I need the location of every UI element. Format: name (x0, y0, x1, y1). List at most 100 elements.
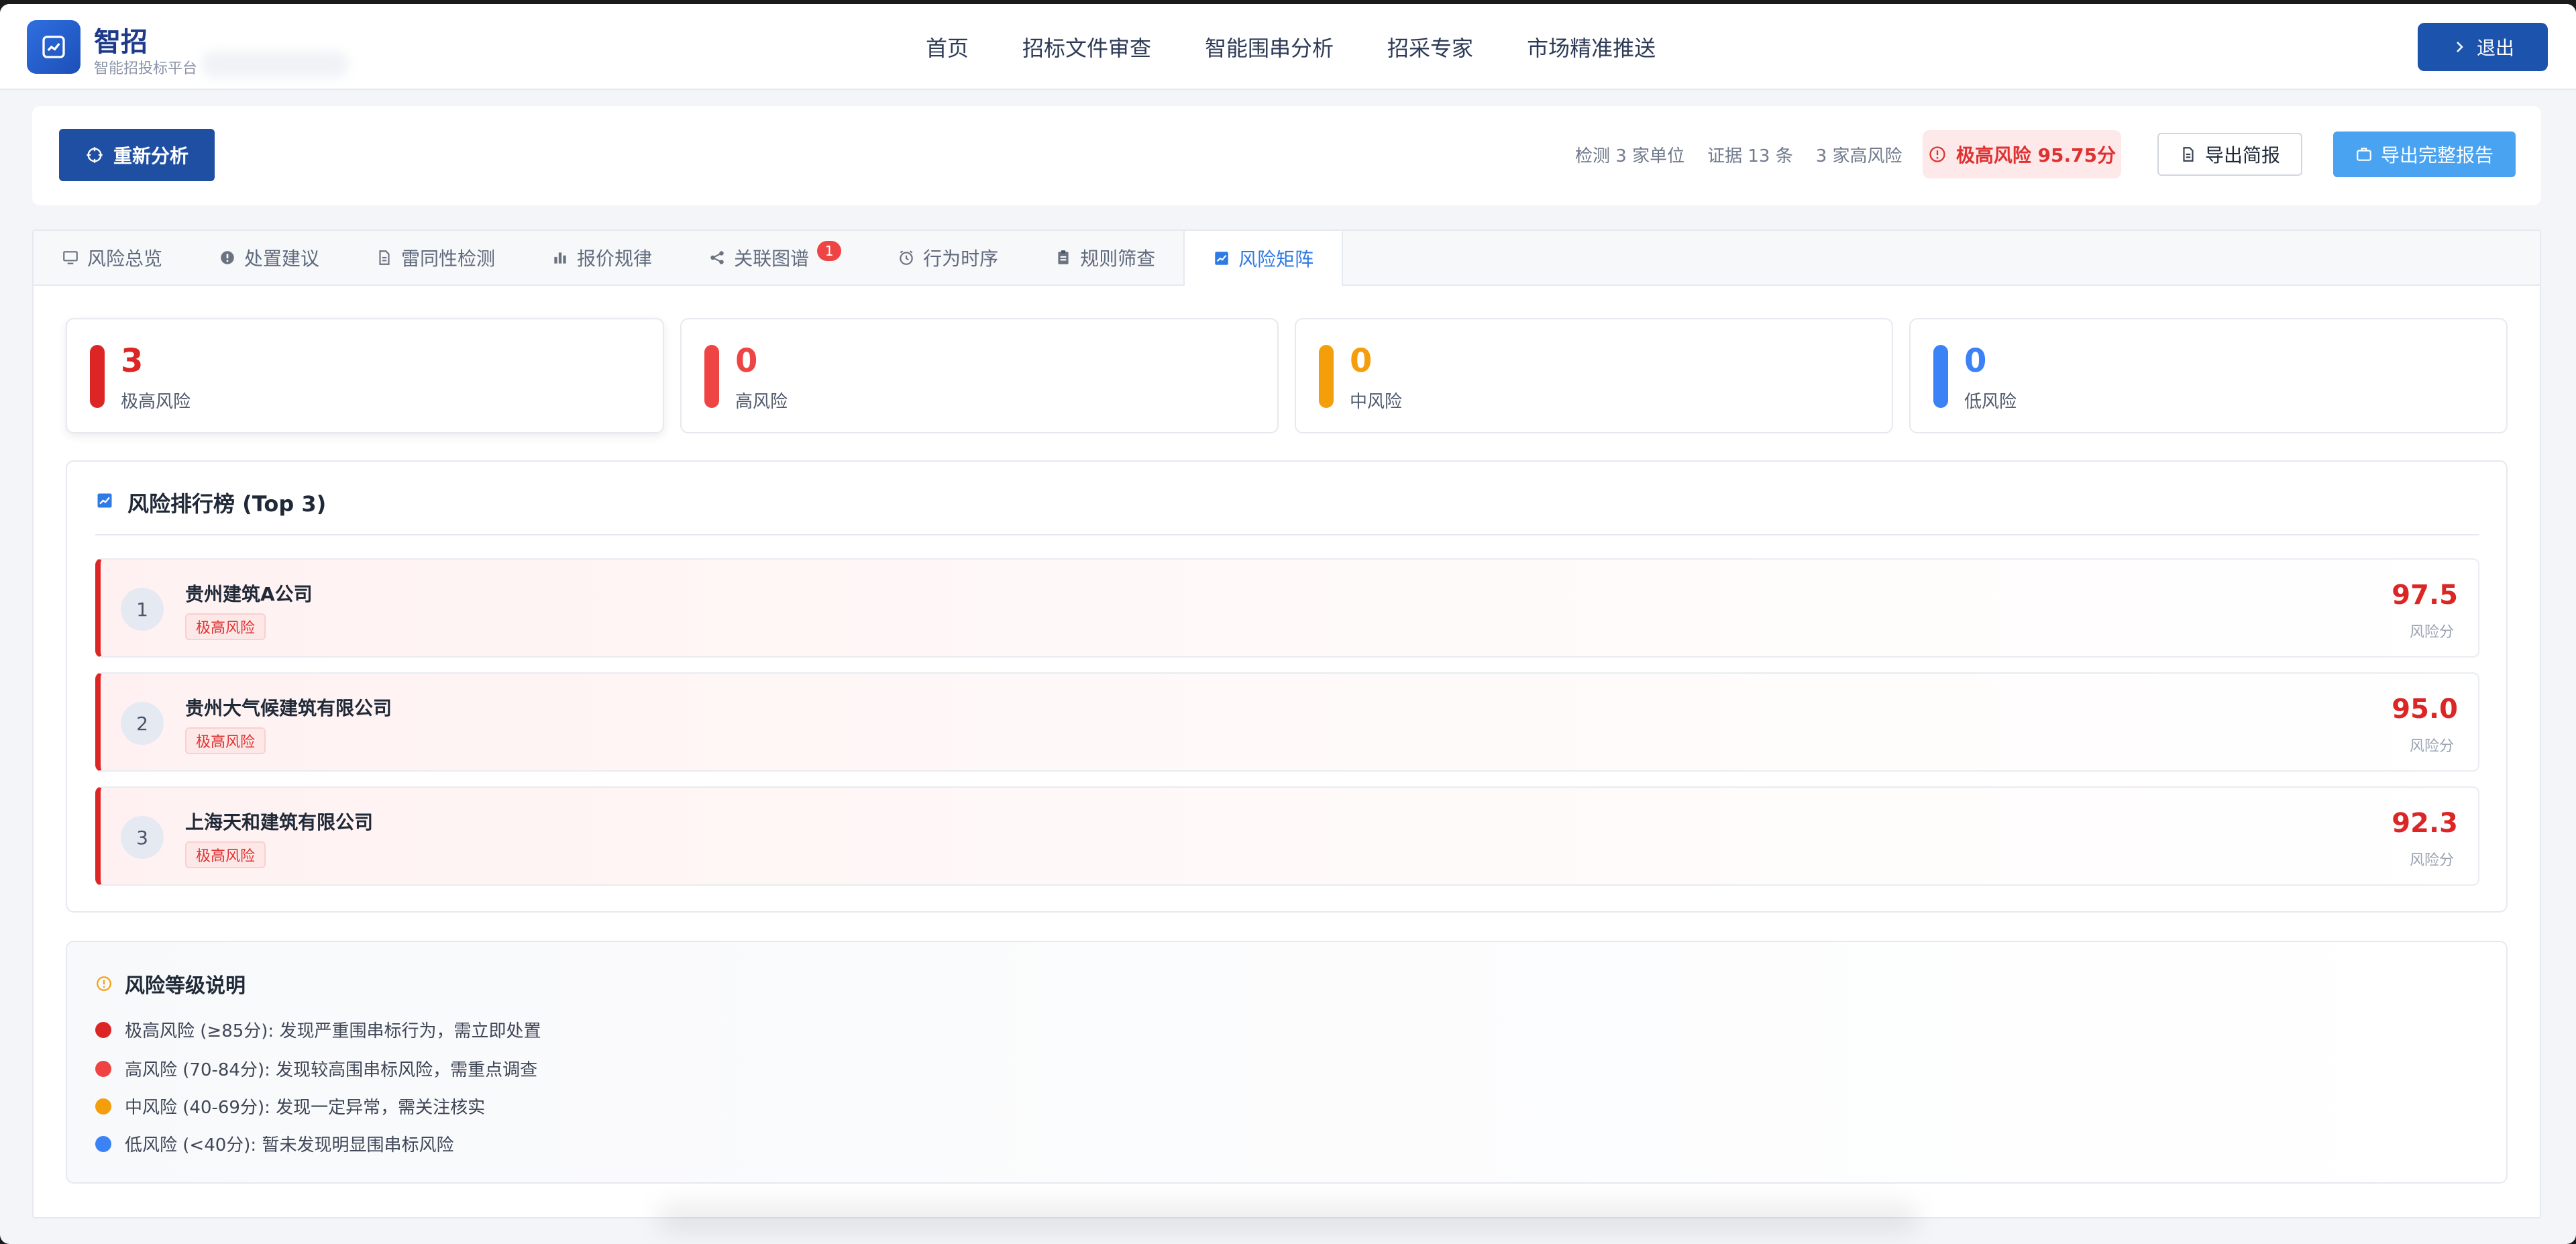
alert-circle-icon (1929, 146, 1945, 162)
card-color-bar (1933, 345, 1948, 408)
legend-text: 高风险 (70-84分): 发现较高围串标风险，需重点调查 (125, 1060, 538, 1080)
stat-units: 检测 3 家单位 (1575, 146, 1685, 166)
legend-header: 风险等级说明 (95, 969, 246, 998)
card-label: 低风险 (1964, 392, 2017, 412)
legend-item: 低风险 (<40分): 暂未发现明显围串标风险 (95, 1131, 453, 1156)
ranking-row[interactable]: 1 贵州建筑A公司 极高风险 97.5 风险分 (95, 558, 2479, 658)
export-full-label: 导出完整报告 (2380, 144, 2493, 166)
legend-dot (95, 1135, 111, 1152)
top-navbar: 智招 智能招投标平台 首页 招标文件审查 智能围串分析 招采专家 市场精准推送 … (0, 4, 2576, 90)
risk-score: 97.5 (2392, 580, 2458, 611)
company-name: 贵州建筑A公司 (185, 583, 313, 605)
monitor-icon (63, 251, 78, 264)
share-icon (710, 251, 724, 264)
tab-rule-screening[interactable]: 规则筛查 (1026, 231, 1183, 284)
card-label: 极高风险 (121, 392, 191, 412)
risk-score: 92.3 (2392, 808, 2458, 839)
card-label: 中风险 (1350, 392, 1403, 412)
line-chart-icon (97, 493, 112, 508)
ranking-title: 风险排行榜 (Top 3) (127, 491, 327, 517)
risk-score-label: 风险分 (2409, 852, 2454, 869)
ranking-row[interactable]: 3 上海天和建筑有限公司 极高风险 92.3 风险分 (95, 786, 2479, 886)
summary-card-medium: 0 中风险 (1295, 318, 1893, 433)
risk-level-tag: 极高风险 (185, 727, 266, 754)
card-value: 0 (735, 342, 758, 380)
card-color-bar (90, 345, 105, 408)
card-color-bar (1319, 345, 1334, 408)
logout-label: 退出 (2476, 37, 2514, 59)
rank-number: 3 (121, 816, 164, 859)
company-name: 贵州大气候建筑有限公司 (185, 697, 392, 719)
legend-dot (95, 1098, 111, 1115)
tab-label: 风险矩阵 (1238, 248, 1314, 270)
summary-card-low: 0 低风险 (1909, 318, 2508, 433)
risk-level-tag: 极高风险 (185, 613, 266, 640)
nav-market-push[interactable]: 市场精准推送 (1527, 32, 1656, 62)
ranking-row[interactable]: 2 贵州大气候建筑有限公司 极高风险 95.0 风险分 (95, 672, 2479, 772)
tab-behavior-timeline[interactable]: 行为时序 (869, 231, 1026, 284)
analysis-toolbar: 重新分析 检测 3 家单位 证据 13 条 3 家高风险 极高风险 95.75分… (32, 106, 2541, 205)
card-value: 0 (1350, 342, 1373, 380)
risk-score-label: 风险分 (2409, 624, 2454, 641)
clipboard-icon (1058, 250, 1069, 264)
nav-procurement-expert[interactable]: 招采专家 (1387, 32, 1473, 62)
tab-label: 风险总览 (87, 248, 163, 270)
card-value: 3 (121, 342, 144, 380)
nav-home[interactable]: 首页 (926, 32, 969, 62)
analysis-tabs: 风险总览 处置建议 雷同性检测 报价规律 关联图谱 1 行为时序 规则筛查 风险… (34, 231, 2540, 286)
tab-label: 规则筛查 (1080, 248, 1156, 270)
tab-label: 雷同性检测 (401, 248, 496, 270)
tab-label: 报价规律 (577, 248, 653, 270)
tab-relation-graph[interactable]: 关联图谱 1 (680, 231, 869, 284)
export-full-report-button[interactable]: 导出完整报告 (2333, 132, 2516, 177)
app-window: 智招 智能招投标平台 首页 招标文件审查 智能围串分析 招采专家 市场精准推送 … (0, 4, 2576, 1244)
document-icon (2183, 147, 2194, 162)
risk-score: 95.0 (2392, 694, 2458, 725)
stat-high-risk: 3 家高风险 (1815, 146, 1902, 166)
app-subtitle: 智能招投标平台 (94, 60, 198, 77)
card-value: 0 (1964, 342, 1987, 380)
legend-item: 极高风险 (≥85分): 发现严重围串标行为，需立即处置 (95, 1017, 541, 1042)
rank-number: 2 (121, 702, 164, 745)
ranking-header: 风险排行榜 (Top 3) (95, 487, 2479, 535)
legend-dot (95, 1060, 111, 1077)
company-name: 上海天和建筑有限公司 (185, 811, 374, 833)
line-chart-icon (1215, 252, 1228, 265)
nav-collusion-analysis[interactable]: 智能围串分析 (1205, 32, 1334, 62)
risk-level-legend: 风险等级说明 极高风险 (≥85分): 发现严重围串标行为，需立即处置 高风险 … (66, 941, 2508, 1184)
legend-text: 低风险 (<40分): 暂未发现明显围串标风险 (125, 1135, 454, 1155)
legend-item: 中风险 (40-69分): 发现一定异常，需关注核实 (95, 1094, 485, 1119)
summary-card-high: 0 高风险 (680, 318, 1279, 433)
tab-disposal-advice[interactable]: 处置建议 (191, 231, 347, 284)
risk-score-label: 风险分 (2409, 738, 2454, 755)
card-color-bar (704, 345, 719, 408)
tab-risk-overview[interactable]: 风险总览 (34, 231, 191, 284)
tab-similarity-check[interactable]: 雷同性检测 (347, 231, 523, 284)
info-circle-icon (97, 976, 111, 991)
rank-number: 1 (121, 588, 164, 631)
tab-price-pattern[interactable]: 报价规律 (523, 231, 680, 284)
bar-chart-icon (554, 252, 566, 264)
reanalyze-label: 重新分析 (113, 145, 189, 167)
risk-level-tag: 极高风险 (185, 841, 266, 868)
detection-stats: 检测 3 家单位 证据 13 条 3 家高风险 (1575, 140, 1927, 169)
export-brief-label: 导出简报 (2204, 144, 2280, 166)
logout-button[interactable]: 退出 (2418, 23, 2548, 71)
reanalyze-button[interactable]: 重新分析 (59, 129, 215, 181)
legend-text: 中风险 (40-69分): 发现一定异常，需关注核实 (125, 1098, 486, 1118)
stat-evidence: 证据 13 条 (1707, 146, 1793, 166)
risk-ranking: 风险排行榜 (Top 3) 1 贵州建筑A公司 极高风险 97.5 风险分 2 … (66, 460, 2508, 913)
overall-risk-text: 极高风险 95.75分 (1955, 144, 2116, 166)
tab-label: 关联图谱 (734, 248, 810, 270)
tab-label: 行为时序 (923, 248, 999, 270)
export-brief-button[interactable]: 导出简报 (2157, 133, 2302, 176)
blurred-area (201, 51, 349, 78)
nav-tender-review[interactable]: 招标文件审查 (1022, 32, 1151, 62)
legend-item: 高风险 (70-84分): 发现较高围串标风险，需重点调查 (95, 1056, 537, 1081)
alert-circle-icon (221, 251, 234, 264)
legend-text: 极高风险 (≥85分): 发现严重围串标行为，需立即处置 (125, 1021, 541, 1041)
card-label: 高风险 (735, 392, 788, 412)
risk-summary-cards: 3 极高风险 0 高风险 0 中风险 0 低风险 (66, 318, 2508, 433)
alarm-clock-icon (900, 250, 913, 265)
tab-risk-matrix[interactable]: 风险矩阵 (1183, 231, 1344, 286)
